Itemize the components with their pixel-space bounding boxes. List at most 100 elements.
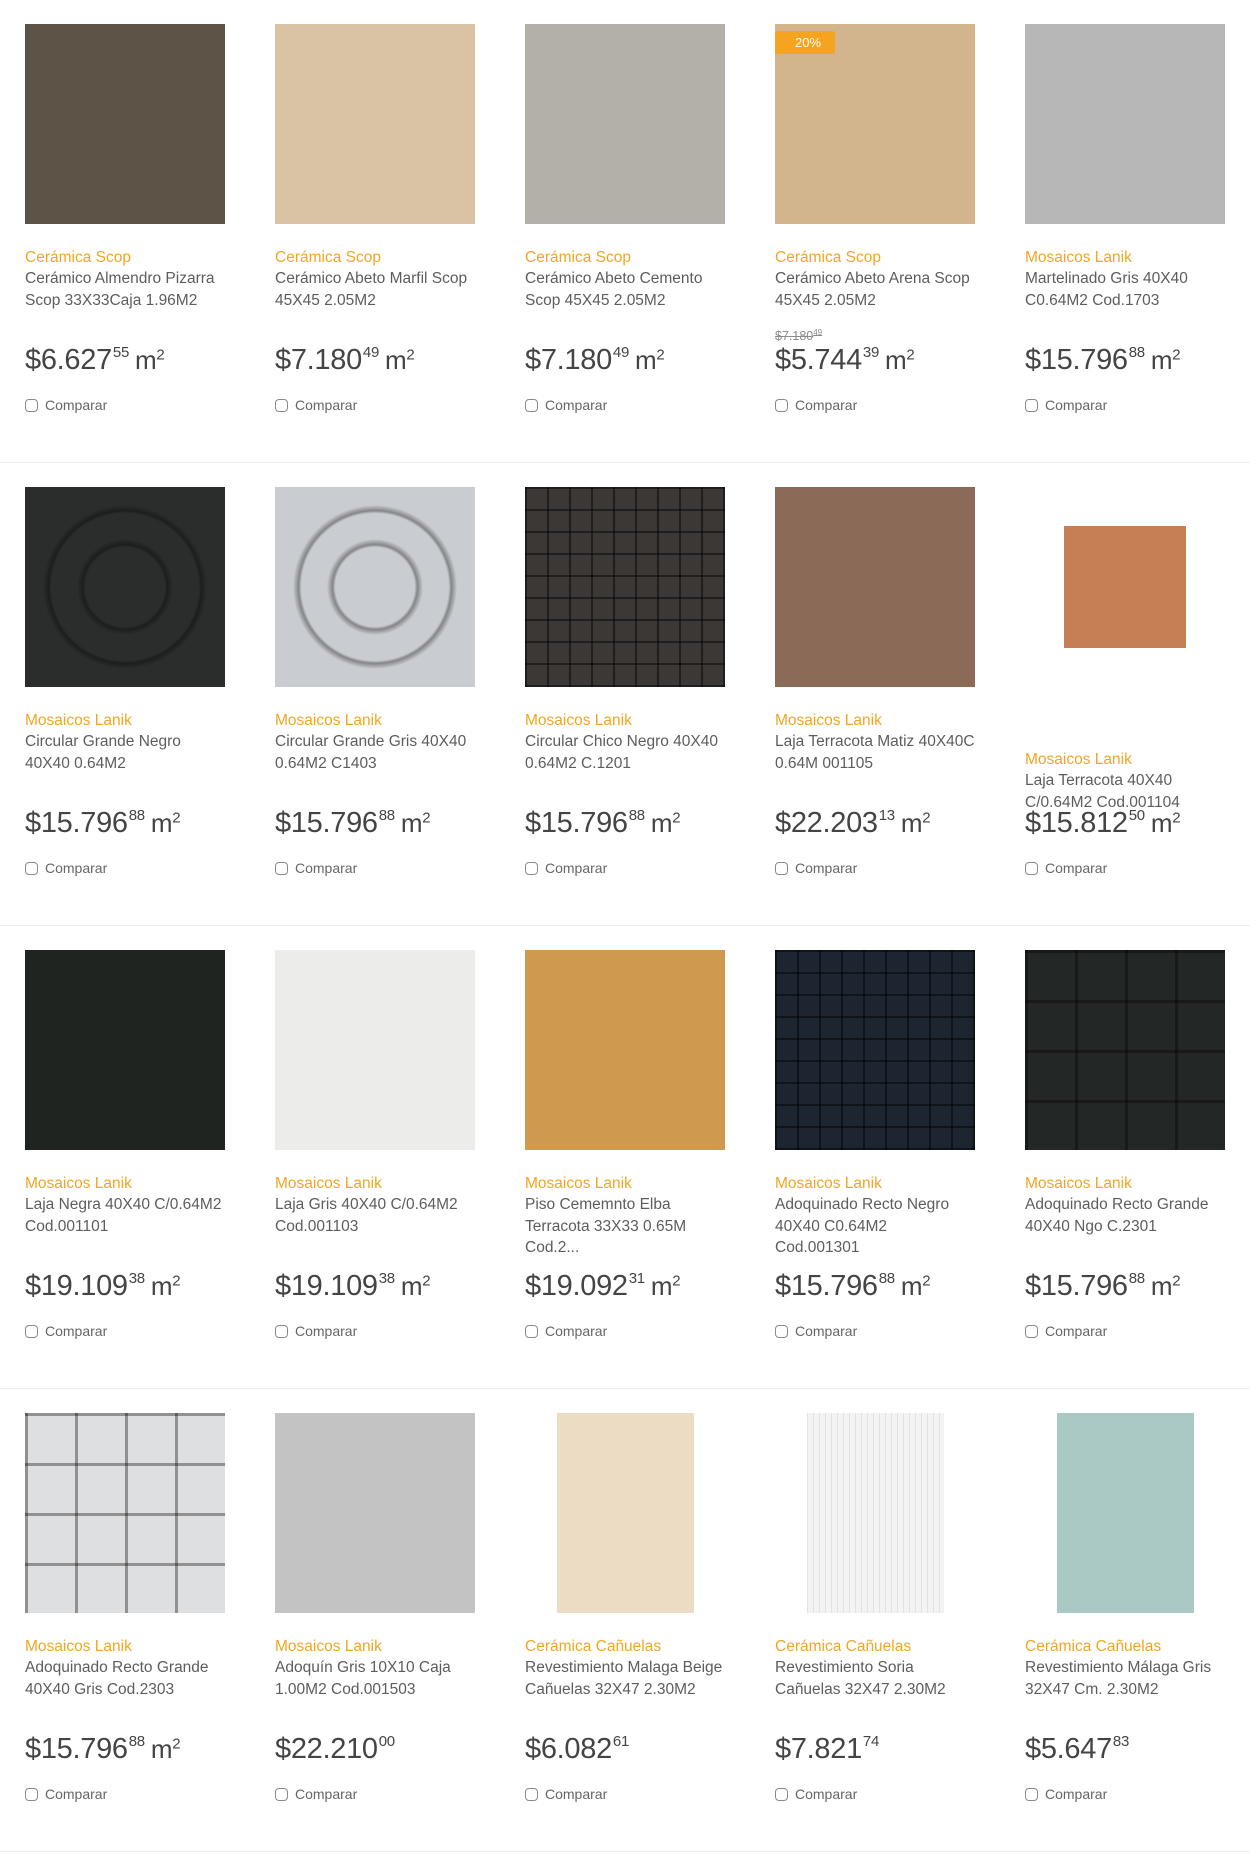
compare-control[interactable]: Comparar (775, 860, 857, 876)
product-brand[interactable]: Mosaicos Lanik (525, 710, 725, 731)
product-brand[interactable]: Mosaicos Lanik (1025, 749, 1225, 770)
compare-control[interactable]: Comparar (275, 860, 357, 876)
compare-checkbox[interactable] (525, 1324, 538, 1338)
product-image[interactable] (25, 1413, 225, 1613)
compare-checkbox[interactable] (25, 1324, 38, 1338)
compare-control[interactable]: Comparar (25, 1786, 107, 1802)
product-name[interactable]: Adoquinado Recto Grande 40X40 Gris Cod.2… (25, 1657, 225, 1722)
compare-control[interactable]: Comparar (525, 397, 607, 413)
compare-control[interactable]: Comparar (275, 397, 357, 413)
compare-checkbox[interactable] (25, 1787, 38, 1801)
compare-checkbox[interactable] (275, 1324, 288, 1338)
compare-control[interactable]: Comparar (1025, 1786, 1107, 1802)
product-image[interactable] (525, 24, 725, 224)
compare-control[interactable]: Comparar (275, 1323, 357, 1339)
product-card[interactable]: Mosaicos Lanik Laja Terracota Matiz 40X40… (750, 463, 1000, 926)
compare-control[interactable]: Comparar (25, 397, 107, 413)
product-brand[interactable]: Mosaicos Lanik (275, 1636, 475, 1657)
product-name[interactable]: Circular Chico Negro 40X40 0.64M2 C.1201 (525, 731, 725, 796)
compare-checkbox[interactable] (25, 398, 38, 412)
product-name[interactable]: Laja Gris 40X40 C/0.64M2 Cod.001103 (275, 1194, 475, 1259)
product-name[interactable]: Adoquinado Recto Grande 40X40 Ngo C.2301 (1025, 1194, 1225, 1259)
product-image[interactable] (275, 950, 475, 1150)
compare-checkbox[interactable] (1025, 1324, 1038, 1338)
product-brand[interactable]: Cerámica Scop (775, 247, 975, 268)
product-name[interactable]: Circular Grande Gris 40X40 0.64M2 C1403 (275, 731, 475, 796)
product-image[interactable] (525, 487, 725, 687)
product-card[interactable]: Mosaicos Lanik Laja Gris 40X40 C/0.64M2 C… (250, 926, 500, 1389)
compare-checkbox[interactable] (1025, 1787, 1038, 1801)
product-brand[interactable]: Cerámica Cañuelas (525, 1636, 725, 1657)
compare-control[interactable]: Comparar (775, 397, 857, 413)
product-brand[interactable]: Mosaicos Lanik (1025, 1173, 1225, 1194)
product-card[interactable]: Mosaicos Lanik Adoquinado Recto Grande 40… (1000, 926, 1250, 1389)
compare-control[interactable]: Comparar (1025, 397, 1107, 413)
product-image[interactable] (525, 950, 725, 1150)
product-image[interactable] (1025, 526, 1225, 726)
product-brand[interactable]: Mosaicos Lanik (1025, 247, 1225, 268)
product-image[interactable] (275, 1413, 475, 1613)
product-brand[interactable]: Cerámica Cañuelas (775, 1636, 975, 1657)
compare-control[interactable]: Comparar (775, 1786, 857, 1802)
product-brand[interactable]: Mosaicos Lanik (525, 1173, 725, 1194)
compare-checkbox[interactable] (275, 1787, 288, 1801)
compare-control[interactable]: Comparar (525, 1323, 607, 1339)
product-image[interactable] (1025, 24, 1225, 224)
product-brand[interactable]: Mosaicos Lanik (25, 1173, 225, 1194)
product-card[interactable]: Mosaicos Lanik Circular Grande Negro 40X4… (0, 463, 250, 926)
product-card[interactable]: Cerámica Cañuelas Revestimiento Soria Cañ… (750, 1389, 1000, 1852)
compare-checkbox[interactable] (775, 1324, 788, 1338)
compare-control[interactable]: Comparar (525, 860, 607, 876)
product-image[interactable] (1025, 1413, 1225, 1613)
compare-control[interactable]: Comparar (275, 1786, 357, 1802)
compare-control[interactable]: Comparar (25, 860, 107, 876)
product-name[interactable]: Cerámico Almendro Pizarra Scop 33X33Caja… (25, 268, 225, 333)
compare-control[interactable]: Comparar (1025, 1323, 1107, 1339)
product-brand[interactable]: Mosaicos Lanik (25, 1636, 225, 1657)
product-name[interactable]: Circular Grande Negro 40X40 0.64M2 (25, 731, 225, 796)
product-card[interactable]: Mosaicos Lanik Adoquín Gris 10X10 Caja 1.… (250, 1389, 500, 1852)
product-card[interactable]: Cerámica Scop Cerámico Abeto Marfil Scop … (250, 0, 500, 463)
product-name[interactable]: Cerámico Abeto Cemento Scop 45X45 2.05M2 (525, 268, 725, 333)
product-name[interactable]: Laja Negra 40X40 C/0.64M2 Cod.001101 (25, 1194, 225, 1259)
compare-checkbox[interactable] (775, 861, 788, 875)
product-brand[interactable]: Mosaicos Lanik (25, 710, 225, 731)
product-image[interactable]: 20% (775, 24, 975, 224)
product-card[interactable]: Mosaicos Lanik Adoquinado Recto Grande 40… (0, 1389, 250, 1852)
product-card[interactable]: Cerámica Cañuelas Revestimiento Málaga Gr… (1000, 1389, 1250, 1852)
product-name[interactable]: Cerámico Abeto Marfil Scop 45X45 2.05M2 (275, 268, 475, 333)
product-name[interactable]: Martelinado Gris 40X40 C0.64M2 Cod.1703 (1025, 268, 1225, 333)
compare-checkbox[interactable] (275, 861, 288, 875)
product-brand[interactable]: Mosaicos Lanik (775, 710, 975, 731)
compare-checkbox[interactable] (525, 1787, 538, 1801)
product-name[interactable]: Cerámico Abeto Arena Scop 45X45 2.05M2 (775, 268, 975, 333)
product-brand[interactable]: Mosaicos Lanik (275, 710, 475, 731)
compare-control[interactable]: Comparar (25, 1323, 107, 1339)
product-image[interactable] (775, 950, 975, 1150)
product-image[interactable] (525, 1413, 725, 1613)
compare-checkbox[interactable] (775, 398, 788, 412)
product-brand[interactable]: Cerámica Cañuelas (1025, 1636, 1225, 1657)
compare-checkbox[interactable] (525, 398, 538, 412)
product-card[interactable]: 20% Cerámica Scop Cerámico Abeto Arena Sco… (750, 0, 1000, 463)
product-image[interactable] (25, 487, 225, 687)
product-image[interactable] (275, 487, 475, 687)
product-card[interactable]: Mosaicos Lanik Martelinado Gris 40X40 C0.… (1000, 0, 1250, 463)
product-name[interactable]: Revestimiento Soria Cañuelas 32X47 2.30M… (775, 1657, 975, 1722)
compare-checkbox[interactable] (1025, 398, 1038, 412)
product-image[interactable] (25, 24, 225, 224)
product-name[interactable]: Laja Terracota Matiz 40X40C 0.64M 001105 (775, 731, 975, 796)
product-image[interactable] (275, 24, 475, 224)
product-card[interactable]: Cerámica Scop Cerámico Almendro Pizarra S… (0, 0, 250, 463)
compare-checkbox[interactable] (525, 861, 538, 875)
compare-control[interactable]: Comparar (1025, 860, 1107, 876)
product-brand[interactable]: Mosaicos Lanik (275, 1173, 475, 1194)
product-name[interactable]: Revestimiento Málaga Gris 32X47 Cm. 2.30… (1025, 1657, 1225, 1722)
product-card[interactable]: Cerámica Scop Cerámico Abeto Cemento Scop… (500, 0, 750, 463)
product-image[interactable] (775, 487, 975, 687)
product-name[interactable]: Piso Cememnto Elba Terracota 33X33 0.65M… (525, 1194, 725, 1259)
product-card[interactable]: Mosaicos Lanik Laja Negra 40X40 C/0.64M2 … (0, 926, 250, 1389)
product-card[interactable]: Mosaicos Lanik Circular Grande Gris 40X40… (250, 463, 500, 926)
product-card[interactable]: Mosaicos Lanik Piso Cememnto Elba Terraco… (500, 926, 750, 1389)
product-card[interactable]: Mosaicos Lanik Circular Chico Negro 40X40… (500, 463, 750, 926)
